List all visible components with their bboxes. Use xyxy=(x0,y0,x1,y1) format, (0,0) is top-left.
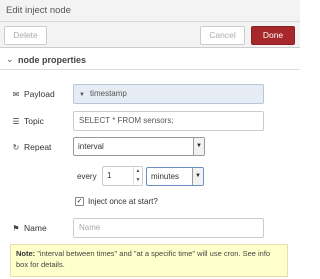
interval-unit-select[interactable]: minutes ▼ xyxy=(146,167,204,186)
dialog-toolbar: Delete Cancel Done xyxy=(0,22,300,48)
done-button[interactable]: Done xyxy=(251,26,295,45)
interval-count-value: 1 xyxy=(107,171,112,180)
note-prefix: Note: xyxy=(16,249,36,258)
dropdown-arrow-icon: ▼ xyxy=(192,168,203,185)
tag-icon: ⚑ xyxy=(12,223,20,233)
repeat-label-row: ↻ Repeat xyxy=(11,142,52,152)
spinner-up-icon[interactable]: ▲ xyxy=(134,167,142,176)
payload-label-row: ✉ Payload xyxy=(11,89,55,99)
note-text: "interval between times" and "at a speci… xyxy=(16,249,271,269)
payload-value: timestamp xyxy=(89,89,127,98)
inject-once-label: Inject once at start? xyxy=(88,197,158,206)
delete-button[interactable]: Delete xyxy=(4,26,47,45)
spinner-down-icon[interactable]: ▼ xyxy=(134,176,142,185)
envelope-icon: ✉ xyxy=(12,89,20,99)
section-title: node properties xyxy=(18,55,87,65)
repeat-select[interactable]: interval ▼ xyxy=(73,137,205,156)
inject-once-checkbox[interactable]: ✓ xyxy=(75,197,84,206)
spinner-buttons[interactable]: ▲ ▼ xyxy=(133,167,142,185)
repeat-selected: interval xyxy=(78,142,104,151)
interval-count-spinner[interactable]: 1 ▲ ▼ xyxy=(102,166,143,186)
repeat-label: Repeat xyxy=(24,142,52,152)
node-properties-header[interactable]: ⌄ node properties xyxy=(0,50,300,70)
payload-type-select[interactable]: ▼ timestamp xyxy=(73,84,264,104)
inject-once-row[interactable]: ✓ Inject once at start? xyxy=(75,197,158,206)
topic-label: Topic xyxy=(24,116,44,126)
chevron-down-icon: ⌄ xyxy=(6,54,14,64)
name-placeholder: Name xyxy=(79,223,101,232)
dialog-titlebar: Edit inject node xyxy=(0,0,300,22)
topic-value: SELECT * FROM sensors; xyxy=(79,116,174,125)
dialog-title: Edit inject node xyxy=(6,5,71,16)
dropdown-arrow-icon: ▼ xyxy=(193,138,204,155)
caret-down-icon: ▼ xyxy=(79,92,85,98)
every-label: every xyxy=(77,172,97,181)
name-label: Name xyxy=(24,223,47,233)
repeat-icon: ↻ xyxy=(12,142,20,152)
list-icon: ☰ xyxy=(12,116,20,126)
topic-input[interactable]: SELECT * FROM sensors; xyxy=(73,111,264,131)
info-note: Note: "interval between times" and "at a… xyxy=(10,244,288,277)
name-input[interactable]: Name xyxy=(73,218,264,238)
topic-label-row: ☰ Topic xyxy=(11,116,44,126)
payload-label: Payload xyxy=(24,89,55,99)
cancel-button[interactable]: Cancel xyxy=(200,26,245,45)
name-label-row: ⚑ Name xyxy=(11,223,47,233)
interval-unit-value: minutes xyxy=(151,172,180,181)
